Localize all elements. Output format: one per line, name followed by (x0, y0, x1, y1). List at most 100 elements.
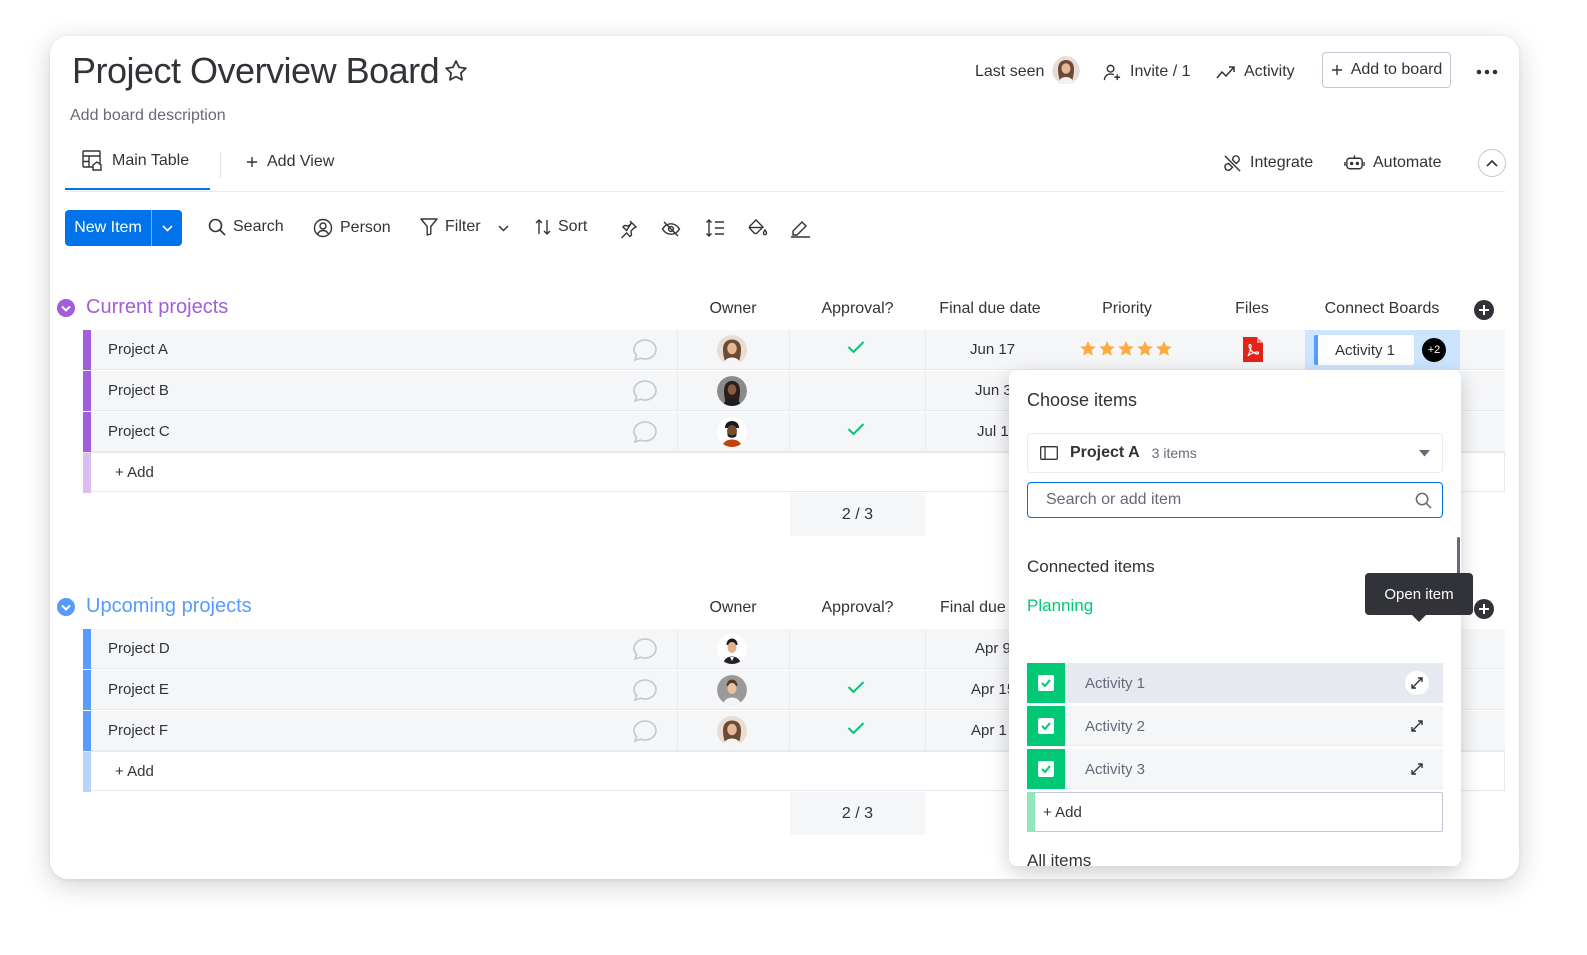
person-filter-button[interactable]: Person (313, 218, 391, 238)
new-item-dropdown[interactable] (151, 210, 182, 246)
item-checkbox[interactable] (1027, 663, 1065, 703)
group-upcoming-projects[interactable]: Upcoming projects (56, 595, 252, 618)
edit-sign-icon[interactable] (790, 219, 811, 238)
check-icon[interactable] (847, 340, 865, 354)
board-title[interactable]: Project Overview Board (72, 50, 440, 92)
owner-avatar[interactable] (717, 335, 747, 365)
chevron-down-circle-icon[interactable] (56, 298, 76, 318)
item-name[interactable]: Project B (108, 382, 169, 399)
chat-bubble-icon[interactable] (632, 338, 658, 362)
new-item-label[interactable]: New Item (65, 210, 151, 246)
activity-button[interactable]: Activity (1216, 61, 1295, 83)
pin-icon[interactable] (618, 219, 638, 239)
check-icon[interactable] (847, 680, 865, 694)
due-date[interactable]: Jul 1 (977, 423, 1009, 440)
chat-bubble-icon[interactable] (632, 719, 658, 743)
integrate-label: Integrate (1250, 154, 1314, 171)
chevron-down-circle-icon[interactable] (56, 597, 76, 617)
open-item-button[interactable] (1405, 714, 1429, 738)
item-name[interactable]: Project F (108, 722, 168, 739)
item-checkbox[interactable] (1027, 706, 1065, 746)
eye-off-icon[interactable] (661, 220, 681, 238)
item-name[interactable]: Project A (108, 341, 168, 358)
connected-item-row[interactable]: Activity 3 (1027, 749, 1443, 789)
due-date[interactable]: Jun 3 (975, 382, 1012, 399)
last-seen[interactable]: Last seen (975, 55, 1081, 89)
cell-divider (677, 412, 678, 452)
invite-button[interactable]: Invite / 1 (1103, 61, 1190, 83)
open-item-button[interactable] (1405, 757, 1429, 781)
chat-bubble-icon[interactable] (632, 637, 658, 661)
add-item-label[interactable]: + Add (115, 763, 154, 780)
connect-boards-cell[interactable]: Activity 1 +2 (1305, 330, 1460, 370)
chat-bubble-icon[interactable] (632, 678, 658, 702)
new-item-button[interactable]: New Item (65, 210, 182, 246)
table-row[interactable]: Project A Jun 17 Activity 1 +2 (83, 330, 1505, 370)
table-home-icon (82, 150, 103, 171)
add-item-label[interactable]: + Add (115, 464, 154, 481)
column-header-final-due-date[interactable]: Final due date (925, 300, 1055, 318)
add-view-button[interactable]: Add View (246, 153, 334, 171)
row-color-bar (83, 629, 91, 669)
column-header-approval[interactable]: Approval? (790, 300, 925, 318)
paint-bucket-icon[interactable] (747, 218, 768, 238)
column-header-approval[interactable]: Approval? (790, 599, 925, 617)
owner-avatar[interactable] (717, 376, 747, 406)
group-title[interactable]: Upcoming projects (86, 595, 252, 618)
check-icon[interactable] (847, 422, 865, 436)
due-date[interactable]: Apr 1 (971, 722, 1007, 739)
popover-title: Choose items (1027, 390, 1138, 410)
chat-bubble-icon[interactable] (632, 420, 658, 444)
sort-button[interactable]: Sort (535, 218, 587, 236)
column-header-owner[interactable]: Owner (683, 599, 783, 617)
board-selector[interactable]: Project A 3 items (1027, 433, 1443, 473)
filter-button[interactable]: Filter (420, 218, 481, 236)
collapse-header-button[interactable] (1478, 149, 1506, 177)
add-column-icon[interactable] (1473, 598, 1495, 620)
add-to-board-button[interactable]: Add to board (1322, 52, 1451, 88)
due-date[interactable]: Apr 9 (975, 640, 1011, 657)
item-name[interactable]: Project E (108, 681, 169, 698)
group-current-projects[interactable]: Current projects (56, 296, 228, 319)
plus-icon (246, 156, 258, 168)
owner-avatar[interactable] (717, 417, 747, 447)
more-items-badge[interactable]: +2 (1422, 338, 1446, 362)
add-connected-item-row[interactable]: + Add (1027, 792, 1443, 832)
open-item-button[interactable] (1405, 671, 1429, 695)
owner-avatar[interactable] (717, 634, 747, 664)
column-header-files[interactable]: Files (1202, 300, 1302, 318)
chevron-down-icon[interactable] (498, 225, 509, 232)
add-item-label[interactable]: + Add (1043, 804, 1082, 821)
pdf-file-icon[interactable] (1243, 337, 1263, 362)
item-name[interactable]: Project D (108, 640, 170, 657)
cell-divider (925, 629, 926, 669)
scrollbar[interactable] (1457, 537, 1460, 575)
column-header-priority[interactable]: Priority (1062, 300, 1192, 318)
chat-bubble-icon[interactable] (632, 379, 658, 403)
column-header-connect-boards[interactable]: Connect Boards (1306, 300, 1458, 318)
add-column-icon[interactable] (1473, 299, 1495, 321)
search-input[interactable] (1028, 483, 1442, 517)
search-or-add-field[interactable] (1027, 482, 1443, 518)
integrate-button[interactable]: Integrate (1223, 152, 1313, 174)
search-button[interactable]: Search (208, 218, 284, 236)
row-height-icon[interactable] (705, 218, 725, 238)
item-name[interactable]: Project C (108, 423, 170, 440)
board-description[interactable]: Add board description (70, 107, 226, 125)
connected-item-chip[interactable]: Activity 1 (1314, 335, 1414, 365)
connected-item-row[interactable]: Activity 2 (1027, 706, 1443, 746)
column-header-final-due-date[interactable]: Final due (940, 599, 1006, 617)
automate-button[interactable]: Automate (1344, 152, 1441, 174)
item-checkbox[interactable] (1027, 749, 1065, 789)
star-icon[interactable] (443, 58, 469, 84)
tab-main-table[interactable]: Main Table (82, 150, 189, 171)
more-icon[interactable] (1475, 61, 1499, 83)
owner-avatar[interactable] (717, 675, 747, 705)
connected-item-row[interactable]: Activity 1 (1027, 663, 1443, 703)
due-date[interactable]: Jun 17 (970, 341, 1015, 358)
owner-avatar[interactable] (717, 716, 747, 746)
priority-stars-icon[interactable] (1079, 340, 1175, 358)
check-icon[interactable] (847, 721, 865, 735)
group-title[interactable]: Current projects (86, 296, 228, 319)
column-header-owner[interactable]: Owner (683, 300, 783, 318)
